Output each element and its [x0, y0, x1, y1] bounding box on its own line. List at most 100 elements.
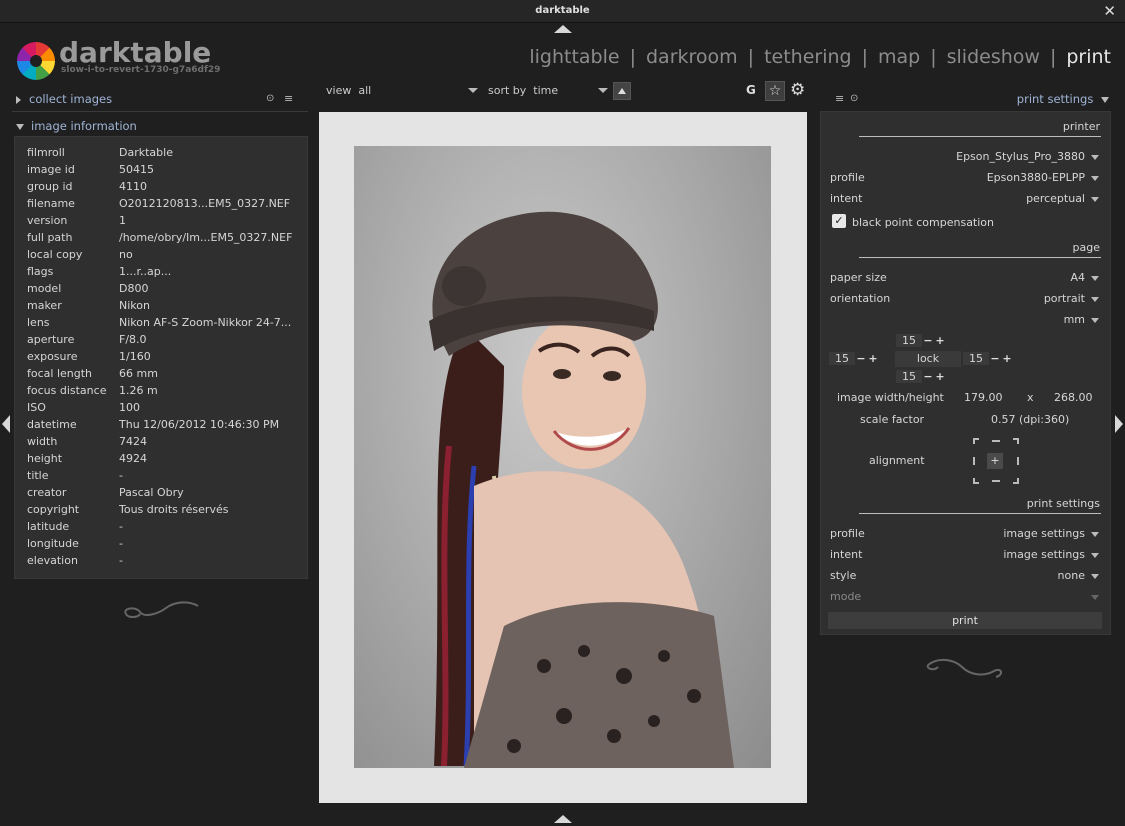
info-row: elevation - [27, 554, 123, 567]
info-row: filmroll Darktable [27, 146, 173, 159]
margin-left-stepper[interactable]: 15− + [829, 352, 879, 367]
align-top-left[interactable] [973, 438, 979, 444]
page-section-title: page [1072, 241, 1100, 254]
view-print[interactable]: print [1066, 46, 1111, 68]
info-row: latitude - [27, 520, 123, 533]
sort-order-button[interactable] [613, 82, 631, 100]
print-intent-select[interactable]: intent image settings [830, 547, 1101, 564]
align-top[interactable] [992, 440, 1000, 442]
minus-icon[interactable]: − [855, 352, 867, 365]
info-row: version 1 [27, 214, 126, 227]
image-information-panel: filmroll Darktable image id 50415 group id… [14, 136, 308, 579]
app-version: slow-i-to-revert-1730-g7a6df29 [61, 65, 221, 75]
minus-icon[interactable]: − [922, 370, 934, 383]
margins-lock-toggle[interactable]: lock [895, 351, 961, 367]
printer-name: Epson_Stylus_Pro_3880 [956, 150, 1085, 163]
info-row: model D800 [27, 282, 149, 295]
print-settings-panel: printer Epson_Stylus_Pro_3880 profile Eps… [820, 111, 1111, 635]
paper-size-select[interactable]: paper size A4 [830, 270, 1101, 287]
collect-images-expander[interactable]: collect images [16, 92, 112, 106]
view-darkroom[interactable]: darkroom [646, 46, 738, 68]
align-left[interactable] [973, 457, 975, 465]
sort-value: time [533, 84, 559, 97]
image-height-value: 268.00 [1054, 391, 1093, 404]
view-label: view [326, 84, 352, 97]
left-panel-toggle-icon[interactable] [2, 415, 10, 433]
info-row: height 4924 [27, 452, 147, 465]
printer-intent-select[interactable]: intent perceptual [830, 191, 1101, 208]
plus-icon[interactable]: + [934, 370, 946, 383]
info-row: maker Nikon [27, 299, 150, 312]
print-settings-expander[interactable]: print settings [1017, 92, 1109, 106]
reset-icon[interactable]: ⊙ [850, 93, 858, 104]
alignment-grid[interactable]: + [973, 438, 1019, 484]
right-panel-toggle-icon[interactable] [1115, 415, 1123, 433]
dropdown-icon [1091, 155, 1099, 160]
margin-right-stepper[interactable]: 15− + [963, 352, 1013, 367]
image-information-label: image information [31, 119, 137, 133]
dropdown-icon [1091, 532, 1099, 537]
orientation-select[interactable]: orientation portrait [830, 291, 1101, 308]
grouping-button[interactable]: G [746, 83, 756, 97]
info-row: lens Nikon AF-S Zoom-Nikkor 24-7... [27, 316, 292, 329]
close-icon[interactable]: ✕ [1103, 2, 1116, 20]
divider [12, 111, 308, 112]
align-bottom-right[interactable] [1013, 478, 1019, 484]
align-top-right[interactable] [1013, 438, 1019, 444]
mode-select[interactable]: mode [830, 589, 1101, 606]
margin-bottom-stepper[interactable]: 15− + [896, 370, 946, 385]
view-lighttable[interactable]: lighttable [529, 46, 619, 68]
plus-icon[interactable]: + [867, 352, 879, 365]
info-row: creator Pascal Obry [27, 486, 184, 499]
info-row: flags 1...r..ap... [27, 265, 172, 278]
sort-dropdown-icon[interactable] [598, 88, 608, 93]
image-information-expander[interactable]: image information [16, 119, 137, 133]
info-row: focus distance 1.26 m [27, 384, 158, 397]
reset-icon[interactable]: ⊙ [266, 93, 274, 104]
swirl-ornament-icon [926, 659, 1002, 678]
info-row: focal length 66 mm [27, 367, 158, 380]
printer-profile-select[interactable]: profile Epson3880-EPLPP [830, 170, 1101, 187]
presets-icon[interactable]: ≡ [284, 92, 293, 105]
sort-label: sort by [488, 84, 527, 97]
star-overlay-icon[interactable]: ☆ [765, 81, 785, 101]
align-right[interactable] [1017, 457, 1019, 465]
title-bar: darktable [0, 0, 1125, 23]
info-row: exposure 1/160 [27, 350, 151, 363]
printer-section-title: printer [1062, 120, 1100, 133]
style-select[interactable]: style none [830, 568, 1101, 585]
print-button[interactable]: print [828, 612, 1102, 629]
align-center[interactable]: + [987, 453, 1003, 469]
unit-select[interactable]: mm [830, 312, 1101, 329]
settings-gear-icon[interactable]: ⚙ [790, 80, 805, 100]
bottom-panel-toggle-icon[interactable] [554, 815, 572, 823]
view-map[interactable]: map [878, 46, 920, 68]
black-point-compensation-toggle[interactable]: ✓ black point compensation [830, 214, 1101, 232]
minus-icon[interactable]: − [989, 352, 1001, 365]
align-bottom-left[interactable] [973, 478, 979, 484]
presets-icon[interactable]: ≡ [835, 92, 844, 105]
view-slideshow[interactable]: slideshow [947, 46, 1040, 68]
printer-select[interactable]: Epson_Stylus_Pro_3880 [830, 149, 1101, 166]
top-panel-toggle-icon[interactable] [554, 25, 572, 33]
checkbox-checked-icon[interactable]: ✓ [832, 214, 846, 228]
print-profile-select[interactable]: profile image settings [830, 526, 1101, 543]
sort-by-select[interactable]: sort by time [488, 84, 558, 97]
info-row: aperture F/8.0 [27, 333, 147, 346]
plus-icon[interactable]: + [934, 334, 946, 347]
expand-icon [16, 95, 21, 104]
info-row: group id 4110 [27, 180, 147, 193]
margin-top-stepper[interactable]: 15− + [896, 334, 946, 349]
scale-factor-value: 0.57 (dpi:360) [991, 413, 1070, 426]
plus-icon[interactable]: + [1001, 352, 1013, 365]
info-row: datetime Thu 12/06/2012 10:46:30 PM [27, 418, 280, 431]
align-bottom[interactable] [992, 480, 1000, 482]
info-row: title - [27, 469, 123, 482]
minus-icon[interactable]: − [922, 334, 934, 347]
view-dropdown-icon[interactable] [468, 88, 478, 93]
dropdown-icon [1091, 595, 1099, 600]
collapse-icon [1101, 96, 1109, 103]
view-tethering[interactable]: tethering [764, 46, 852, 68]
view-filter[interactable]: view all [326, 84, 371, 97]
section-divider [859, 513, 1101, 514]
